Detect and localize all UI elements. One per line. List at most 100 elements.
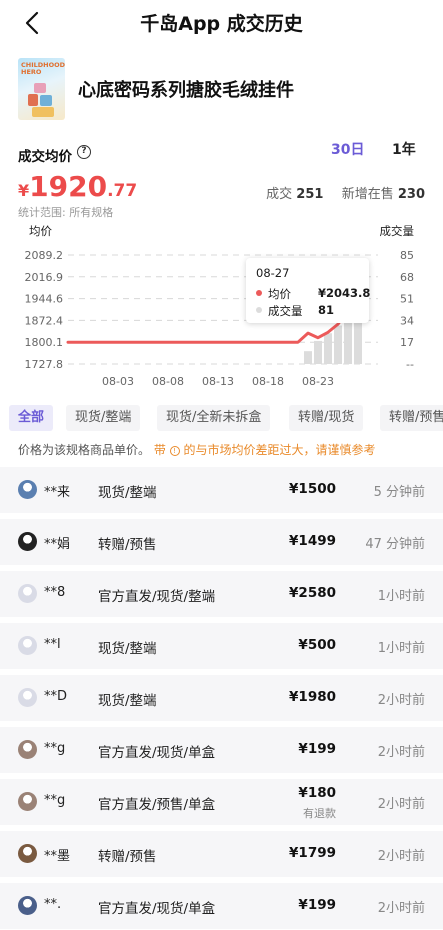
tab-30-days[interactable]: 30日 <box>331 139 364 159</box>
transaction-spec: 官方直发/预售/单盒 <box>98 797 216 813</box>
transaction-price: ¥199 <box>298 897 336 913</box>
transaction-price: ¥1980 <box>289 689 336 705</box>
transaction-time: 2小时前 <box>377 901 425 916</box>
avg-price-value: ¥1920.77 <box>18 170 137 203</box>
transaction-row[interactable]: **娟 转赠/预售 ¥1499 47 分钟前 <box>0 519 443 565</box>
y-right-tick-label: 68 <box>400 271 414 284</box>
product-name: 心底密码系列搪胶毛绒挂件 <box>78 80 294 101</box>
transaction-time: 1小时前 <box>377 641 425 656</box>
transaction-row[interactable]: **墨 转赠/预售 ¥1799 2小时前 <box>0 831 443 877</box>
y-right-tick-label: 17 <box>400 336 414 349</box>
transaction-spec: 现货/整端 <box>98 485 157 501</box>
toy-block-decor <box>28 94 38 106</box>
x-tick-label: 08-18 <box>252 375 284 388</box>
transaction-row[interactable]: **l 现货/整端 ¥500 1小时前 <box>0 623 443 669</box>
deals-count: 251 <box>296 187 324 202</box>
y-left-tick-label: 2016.9 <box>25 271 64 284</box>
x-tick-label: 08-03 <box>102 375 134 388</box>
user-avatar <box>18 740 37 759</box>
price-decimal: .77 <box>107 181 138 201</box>
spec-filter-bar: 全部 现货/整端 现货/全新未拆盒 转赠/现货 转赠/预售 <box>9 405 443 431</box>
transaction-price: ¥1500 <box>289 481 336 497</box>
transaction-row[interactable]: **g 官方直发/现货/单盒 ¥199 2小时前 <box>0 727 443 773</box>
tooltip-volume-row: 成交量 81 <box>256 303 359 319</box>
transaction-spec: 转赠/预售 <box>98 849 157 865</box>
page-title: 千岛App 成交历史 <box>140 13 303 35</box>
price-integer: 1920 <box>29 170 108 203</box>
user-name: **g <box>44 741 66 756</box>
transaction-row[interactable]: **. 官方直发/现货/单盒 ¥199 2小时前 <box>0 883 443 929</box>
user-name: **l <box>44 637 61 652</box>
filter-chip[interactable]: 转赠/预售 <box>380 405 443 431</box>
user-avatar <box>18 844 37 863</box>
product-thumbnail[interactable]: CHILDHOOD HERO <box>18 58 65 120</box>
avg-price-label: 成交均价 <box>18 149 72 165</box>
transaction-spec: 转赠/预售 <box>98 537 157 553</box>
new-on-sale-count: 230 <box>397 187 425 202</box>
user-name: **娟 <box>44 537 71 552</box>
y-left-tick-label: 1872.4 <box>25 314 64 327</box>
x-tick-label: 08-23 <box>302 375 334 388</box>
y-right-tick-label: -- <box>406 358 414 371</box>
filter-chip[interactable]: 现货/整端 <box>66 405 141 431</box>
y-left-tick-label: 1800.1 <box>25 336 64 349</box>
thumbnail-title-text: CHILDHOOD HERO <box>21 61 65 76</box>
volume-bar <box>304 351 312 364</box>
tooltip-avg-row: 均价 ¥2043.8 <box>256 286 370 302</box>
nav-bar: 千岛App 成交历史 <box>0 0 443 46</box>
user-avatar <box>18 532 37 551</box>
user-avatar <box>18 688 37 707</box>
user-name: **. <box>44 897 62 912</box>
user-name: **g <box>44 793 66 808</box>
refund-badge: 有退款 <box>303 807 336 820</box>
y-left-tick-label: 1944.6 <box>25 293 64 306</box>
transaction-time: 2小时前 <box>377 797 425 812</box>
deals-label: 成交 <box>266 187 293 202</box>
volume-bar <box>314 340 322 364</box>
volume-dot-icon <box>256 307 262 313</box>
transaction-row[interactable]: **g 官方直发/预售/单盒 ¥180 有退款 2小时前 <box>0 779 443 825</box>
transaction-time: 2小时前 <box>377 849 425 864</box>
user-avatar <box>18 792 37 811</box>
tab-1-year[interactable]: 1年 <box>392 139 416 159</box>
filter-chip-all[interactable]: 全部 <box>9 405 54 431</box>
filter-chip[interactable]: 现货/全新未拆盒 <box>157 405 271 431</box>
help-icon[interactable]: ? <box>77 145 91 159</box>
user-avatar <box>18 480 37 499</box>
transaction-spec: 现货/整端 <box>98 693 157 709</box>
user-name: **墨 <box>44 849 71 864</box>
user-avatar <box>18 636 37 655</box>
y-left-tick-label: 1727.8 <box>25 358 64 371</box>
toy-block-decor <box>34 83 46 93</box>
user-name: **来 <box>44 485 71 500</box>
tooltip-avg-label: 均价 <box>268 287 291 301</box>
avg-dot-icon <box>256 290 262 296</box>
note-warning: 带 ! 的与市场均价差距过大，请谨慎参考 <box>154 443 376 457</box>
volume-bar <box>334 325 342 364</box>
range-tabs: 30日 1年 <box>331 139 421 159</box>
tooltip-volume-label: 成交量 <box>268 304 303 318</box>
transaction-price: ¥199 <box>298 741 336 757</box>
transaction-time: 1小时前 <box>377 589 425 604</box>
stat-scope: 统计范围: 所有规格 <box>18 206 114 219</box>
volume-bar <box>324 333 332 364</box>
chart-tooltip: 08-27 均价 ¥2043.8 成交量 81 <box>246 258 370 323</box>
tooltip-avg-value: ¥2043.8 <box>318 286 371 300</box>
new-on-sale-label: 新增在售 <box>341 187 394 202</box>
price-note: 价格为该规格商品单价。 带 ! 的与市场均价差距过大，请谨慎参考 <box>18 441 376 458</box>
user-name: **D <box>44 689 68 704</box>
transaction-row[interactable]: **D 现货/整端 ¥1980 2小时前 <box>0 675 443 721</box>
warn-text: 的与市场均价差距过大，请谨慎参考 <box>183 443 376 457</box>
tooltip-volume-value: 81 <box>318 303 335 317</box>
transaction-row[interactable]: **来 现货/整端 ¥1500 5 分钟前 <box>0 467 443 513</box>
filter-chip[interactable]: 转赠/现货 <box>289 405 364 431</box>
y-right-tick-label: 34 <box>400 314 414 327</box>
price-chart[interactable]: 均价 成交量 2089.2 85 2016.9 68 1944.6 51 1872.4 34 1… <box>0 222 443 392</box>
x-tick-label: 08-13 <box>202 375 234 388</box>
tooltip-date: 08-27 <box>256 266 290 280</box>
product-header: CHILDHOOD HERO 心底密码系列搪胶毛绒挂件 <box>18 58 428 120</box>
warn-prefix: 带 <box>153 443 166 457</box>
transaction-row[interactable]: **8 官方直发/现货/整端 ¥2580 1小时前 <box>0 571 443 617</box>
warning-icon: ! <box>169 446 180 456</box>
transaction-spec: 官方直发/现货/整端 <box>98 589 216 605</box>
